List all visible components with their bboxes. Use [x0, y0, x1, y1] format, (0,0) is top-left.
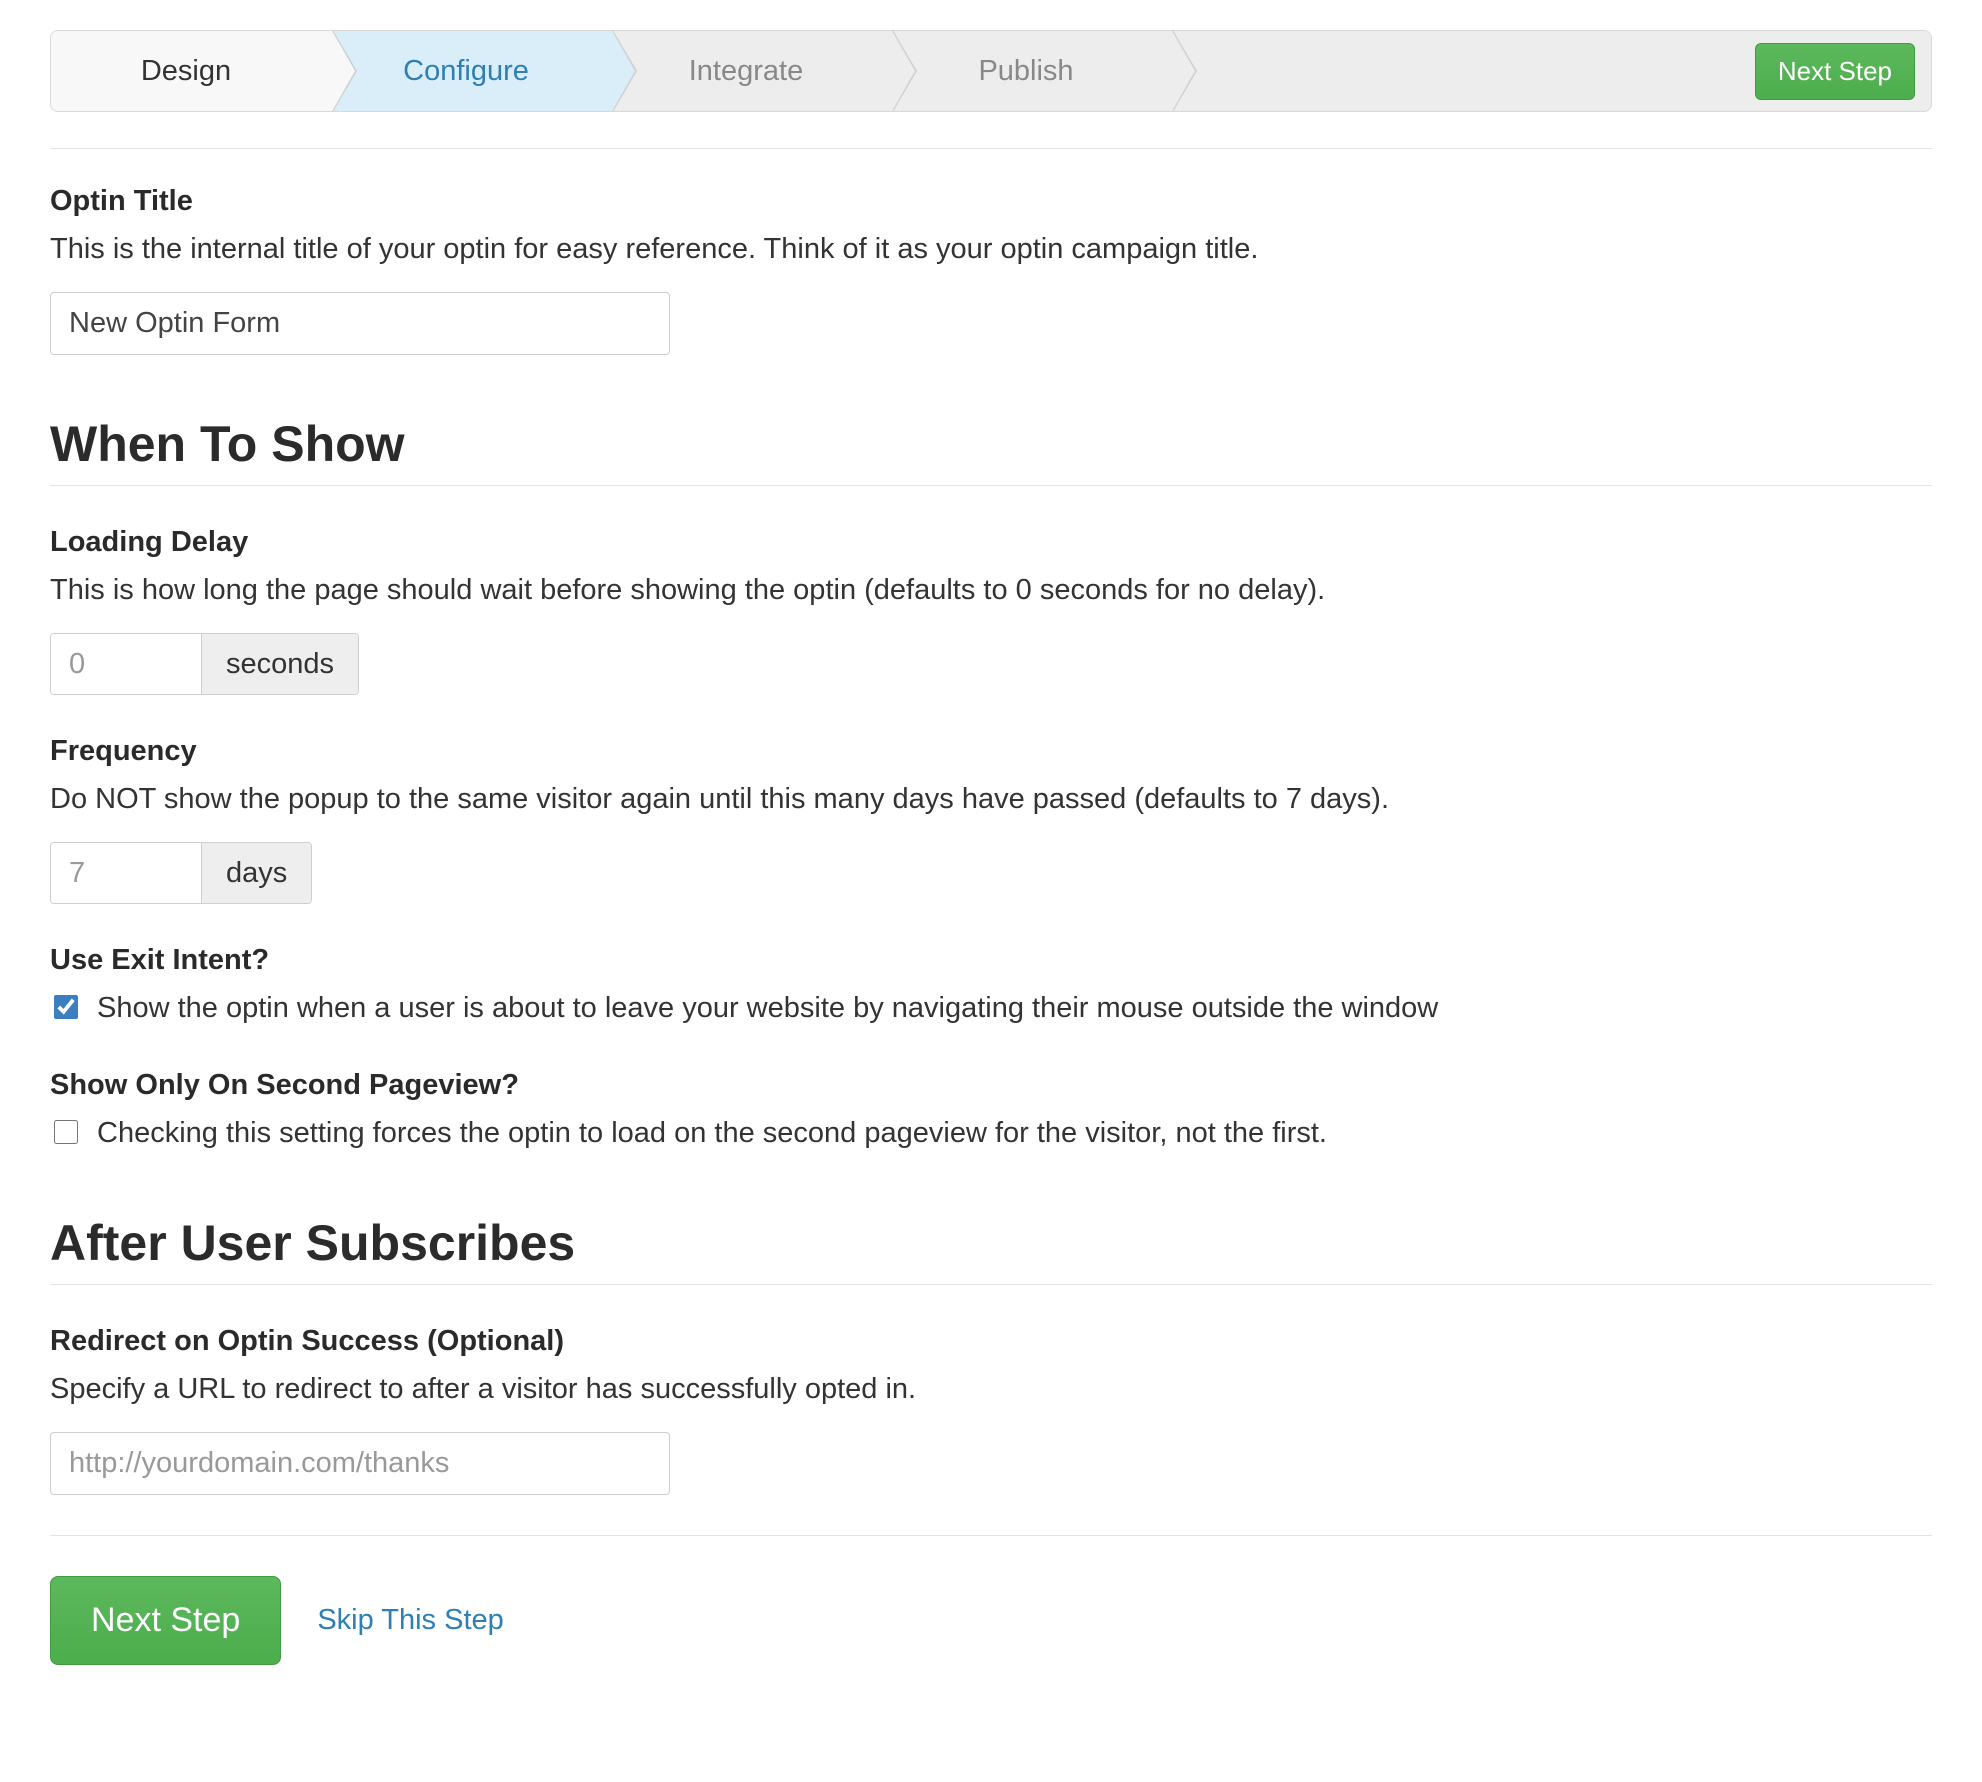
second-pageview-label: Show Only On Second Pageview? [50, 1069, 1932, 1102]
optin-title-desc: This is the internal title of your optin… [50, 228, 1932, 270]
divider [50, 148, 1932, 149]
redirect-desc: Specify a URL to redirect to after a vis… [50, 1368, 1932, 1410]
optin-title-label: Optin Title [50, 185, 1932, 218]
loading-delay-label: Loading Delay [50, 526, 1932, 559]
second-pageview-checkbox[interactable] [54, 1120, 78, 1144]
divider [50, 485, 1932, 486]
next-step-button-top[interactable]: Next Step [1755, 43, 1915, 100]
frequency-input[interactable] [51, 843, 201, 903]
loading-delay-desc: This is how long the page should wait be… [50, 569, 1932, 611]
after-subscribe-heading: After User Subscribes [50, 1214, 1932, 1272]
redirect-url-input[interactable] [50, 1432, 670, 1495]
button-label: Next Step [91, 1601, 240, 1639]
frequency-unit: days [201, 843, 311, 903]
wizard-step-label: Configure [403, 55, 529, 88]
wizard-steps-bar: Design Configure Integrate Publish Next … [50, 30, 1932, 112]
skip-step-link[interactable]: Skip This Step [317, 1604, 503, 1637]
wizard-step-configure[interactable]: Configure [331, 31, 611, 111]
frequency-desc: Do NOT show the popup to the same visito… [50, 778, 1932, 820]
wizard-step-publish[interactable]: Publish [891, 31, 1171, 111]
second-pageview-checkbox-label[interactable]: Checking this setting forces the optin t… [97, 1112, 1327, 1154]
button-label: Next Step [1778, 56, 1892, 86]
optin-title-input[interactable] [50, 292, 670, 355]
exit-intent-checkbox[interactable] [54, 995, 78, 1019]
exit-intent-checkbox-label[interactable]: Show the optin when a user is about to l… [97, 987, 1438, 1029]
wizard-step-design[interactable]: Design [51, 31, 331, 111]
divider [50, 1535, 1932, 1536]
redirect-label: Redirect on Optin Success (Optional) [50, 1325, 1932, 1358]
exit-intent-label: Use Exit Intent? [50, 944, 1932, 977]
frequency-label: Frequency [50, 735, 1932, 768]
wizard-step-label: Integrate [689, 55, 803, 88]
wizard-step-label: Design [141, 55, 231, 88]
wizard-step-integrate[interactable]: Integrate [611, 31, 891, 111]
loading-delay-unit: seconds [201, 634, 358, 694]
wizard-step-label: Publish [978, 55, 1073, 88]
when-to-show-heading: When To Show [50, 415, 1932, 473]
next-step-button-bottom[interactable]: Next Step [50, 1576, 281, 1665]
divider [50, 1284, 1932, 1285]
loading-delay-input[interactable] [51, 634, 201, 694]
